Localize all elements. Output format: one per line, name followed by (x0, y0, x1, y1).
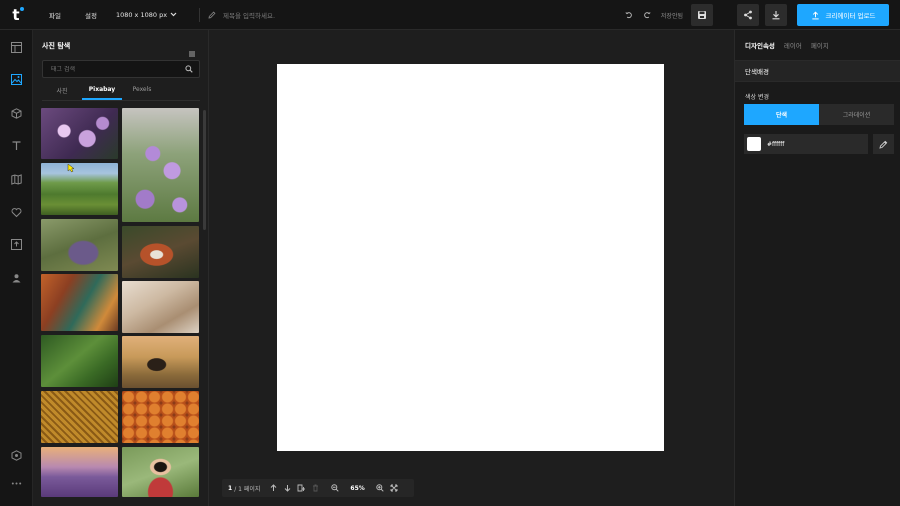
upload-icon (811, 10, 819, 19)
tag-search-input[interactable] (51, 65, 181, 73)
top-bar: t 파일 설정 1080 x 1080 px 제목을 입력하세요. 저장안됨 크… (0, 0, 900, 30)
menu-file[interactable]: 파일 (40, 10, 70, 20)
photo-thumbnail[interactable] (41, 274, 118, 331)
editor-app: t 파일 설정 1080 x 1080 px 제목을 입력하세요. 저장안됨 크… (0, 0, 900, 506)
photo-thumbnail[interactable] (41, 163, 118, 215)
photo-gallery (41, 108, 201, 506)
search-icon[interactable] (185, 65, 193, 73)
favorite-icon[interactable] (10, 206, 23, 219)
add-page-icon[interactable] (296, 482, 306, 494)
zoom-out-icon[interactable] (330, 482, 340, 494)
more-icon[interactable] (10, 477, 23, 490)
creator-upload-button[interactable]: 크리에이터 업로드 (797, 4, 889, 26)
canvas-size-value: 1080 x 1080 px (115, 10, 168, 19)
photo-icon[interactable] (10, 73, 23, 86)
share-button[interactable] (737, 4, 759, 26)
title-placeholder: 제목을 입력하세요. (223, 11, 276, 20)
photo-thumbnail[interactable] (41, 219, 118, 271)
page-down-icon[interactable] (282, 482, 292, 494)
photo-thumbnail[interactable] (122, 391, 199, 443)
current-page: 1 (228, 484, 233, 492)
save-status: 저장안됨 (660, 12, 683, 20)
tab-pages[interactable]: 페이지 (811, 40, 829, 50)
upload-label: 크리에이터 업로드 (825, 12, 876, 20)
chevron-down-icon (170, 12, 177, 17)
page-controls: 1 / 1 페이지 65% (222, 479, 414, 497)
tab-design-properties[interactable]: 디자인속성 (745, 40, 775, 50)
pencil-icon (208, 11, 216, 19)
download-icon (772, 11, 780, 20)
photo-thumbnail[interactable] (41, 335, 118, 387)
tab-photos[interactable]: 사진 (42, 84, 82, 100)
upload-panel-icon[interactable] (10, 238, 23, 251)
tag-search-field[interactable] (42, 60, 200, 78)
section-solid-background: 단색배경 (735, 60, 900, 82)
top-actions: 저장안됨 크리에이터 업로드 (623, 4, 889, 26)
properties-panel: 디자인속성 레이어 페이지 단색배경 색상 변경 단색 그라데이션 #fffff… (734, 30, 900, 506)
color-field[interactable]: #ffffff (744, 134, 868, 154)
solid-button[interactable]: 단색 (744, 104, 819, 125)
photo-thumbnail[interactable] (122, 447, 199, 497)
zoom-in-icon[interactable] (375, 482, 385, 494)
title-input[interactable]: 제목을 입력하세요. (208, 10, 275, 20)
save-icon (698, 11, 706, 19)
design-page[interactable] (277, 64, 664, 451)
tab-pixabay[interactable]: Pixabay (82, 84, 122, 100)
eyedropper-button[interactable] (873, 134, 894, 154)
template-icon[interactable] (10, 41, 23, 54)
share-icon (744, 10, 752, 20)
photo-thumbnail[interactable] (122, 226, 199, 278)
page-up-icon[interactable] (268, 482, 278, 494)
photo-thumbnail[interactable] (41, 391, 118, 443)
text-icon[interactable] (10, 139, 23, 152)
photo-panel: 사진 탐색 사진 Pixabay Pexels (33, 30, 209, 506)
gradient-button[interactable]: 그라데이션 (819, 104, 894, 125)
color-change-label: 색상 변경 (745, 94, 769, 101)
gallery-scrollbar[interactable] (203, 110, 206, 230)
photo-thumbnail[interactable] (122, 336, 199, 388)
grid-view-icon[interactable] (189, 42, 195, 61)
source-tabs: 사진 Pixabay Pexels (42, 84, 200, 101)
page-indicator: 1 / 1 페이지 (228, 484, 260, 493)
logo[interactable]: t (0, 0, 32, 30)
logo-mark: t (12, 5, 24, 24)
color-swatch[interactable] (747, 137, 761, 151)
download-button[interactable] (765, 4, 787, 26)
fit-screen-icon[interactable] (389, 482, 399, 494)
tool-rail (0, 30, 33, 506)
tab-layers[interactable]: 레이어 (784, 40, 802, 50)
delete-page-icon[interactable] (310, 482, 320, 494)
background-icon[interactable] (10, 173, 23, 186)
undo-icon[interactable] (623, 4, 635, 26)
page-total: / 1 페이지 (234, 485, 261, 493)
zoom-level: 65% (350, 484, 365, 492)
tab-pexels[interactable]: Pexels (122, 84, 162, 100)
panel-title: 사진 탐색 (42, 42, 71, 50)
fill-type-toggle: 단색 그라데이션 (744, 104, 894, 125)
divider (199, 7, 201, 22)
photo-thumbnail[interactable] (122, 108, 199, 222)
user-icon[interactable] (10, 272, 23, 285)
menu-settings[interactable]: 설정 (76, 10, 106, 20)
canvas-area: 1 / 1 페이지 65% (210, 30, 734, 506)
color-hex-value[interactable]: #ffffff (767, 141, 784, 148)
redo-icon[interactable] (641, 4, 653, 26)
photo-thumbnail[interactable] (41, 447, 118, 497)
cursor-icon (66, 158, 78, 173)
eyedropper-icon (879, 140, 888, 149)
canvas-size-select[interactable]: 1080 x 1080 px (116, 11, 177, 19)
photo-thumbnail[interactable] (122, 281, 199, 333)
element-icon[interactable] (10, 107, 23, 120)
brand-icon[interactable] (10, 449, 23, 462)
photo-thumbnail[interactable] (41, 108, 118, 159)
properties-tabs: 디자인속성 레이어 페이지 (745, 40, 829, 50)
save-button[interactable] (691, 4, 713, 26)
